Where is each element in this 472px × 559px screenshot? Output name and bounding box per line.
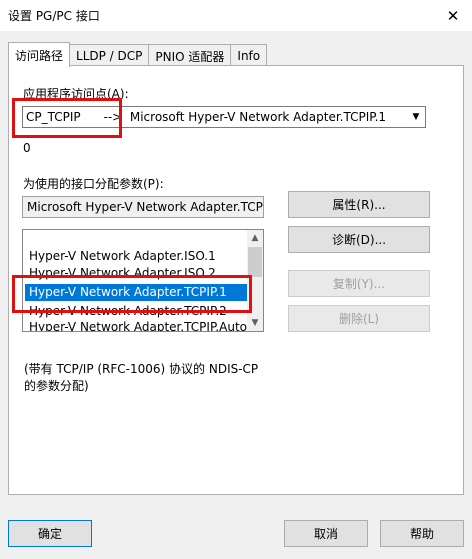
current-interface-field: Microsoft Hyper-V Network Adapter.TCPIP.… bbox=[22, 196, 264, 218]
list-item[interactable]: Hyper-V Network Adapter.TCPIP.Auto bbox=[25, 319, 248, 331]
delete-button[interactable]: 删除(L) bbox=[288, 305, 430, 332]
access-point-sub-value: 0 bbox=[23, 141, 31, 155]
interface-params-label: 为使用的接口分配参数(P): bbox=[23, 177, 164, 191]
list-item-selected[interactable]: Hyper-V Network Adapter.TCPIP.1 bbox=[25, 284, 248, 301]
list-item[interactable]: Hyper-V Network Adapter.ISO.1 bbox=[25, 248, 248, 265]
tab-strip: 访问路径 LLDP / DCP PNIO 适配器 Info bbox=[8, 42, 268, 67]
list-item[interactable]: Hyper-V Network Adapter.ISO.2 bbox=[25, 265, 248, 282]
diagnostics-button[interactable]: 诊断(D)... bbox=[288, 226, 430, 253]
scroll-down-icon[interactable]: ▼ bbox=[247, 315, 263, 331]
scroll-thumb[interactable] bbox=[248, 247, 262, 277]
copy-button[interactable]: 复制(Y)... bbox=[288, 270, 430, 297]
title-bar: 设置 PG/PC 接口 ✕ bbox=[0, 0, 472, 31]
cancel-button[interactable]: 取消 bbox=[284, 520, 368, 547]
tab-pnio-adapter[interactable]: PNIO 适配器 bbox=[148, 44, 232, 67]
tab-info[interactable]: Info bbox=[230, 44, 268, 67]
scroll-up-icon[interactable]: ▲ bbox=[247, 230, 263, 246]
ok-button[interactable]: 确定 bbox=[8, 520, 92, 547]
protocol-note-line2: 的参数分配) bbox=[24, 379, 89, 393]
current-interface-value: Microsoft Hyper-V Network Adapter.TCPIP.… bbox=[27, 200, 264, 214]
chevron-down-icon[interactable]: ▼ bbox=[408, 108, 424, 126]
access-point-value: CP_TCPIP --> Microsoft Hyper-V Network A… bbox=[26, 110, 387, 124]
access-point-dropdown[interactable]: CP_TCPIP --> Microsoft Hyper-V Network A… bbox=[22, 106, 426, 128]
close-icon[interactable]: ✕ bbox=[434, 0, 472, 31]
window-title: 设置 PG/PC 接口 bbox=[8, 9, 100, 23]
tab-lldp-dcp[interactable]: LLDP / DCP bbox=[69, 44, 150, 67]
interface-listbox[interactable]: Hyper-V Network Adapter.ISO.1 Hyper-V Ne… bbox=[22, 229, 264, 332]
protocol-note: (带有 TCP/IP (RFC-1006) 协议的 NDIS-CP 的参数分配) bbox=[24, 361, 258, 395]
tab-access-path[interactable]: 访问路径 bbox=[8, 42, 71, 67]
listbox-scrollbar[interactable]: ▲ ▼ bbox=[247, 230, 263, 331]
access-point-label: 应用程序访问点(A): bbox=[23, 87, 129, 101]
properties-button[interactable]: 属性(R)... bbox=[288, 191, 430, 218]
protocol-note-line1: (带有 TCP/IP (RFC-1006) 协议的 NDIS-CP bbox=[24, 362, 259, 376]
help-button[interactable]: 帮助 bbox=[380, 520, 464, 547]
list-item[interactable]: Hyper-V Network Adapter.TCPIP.2 bbox=[25, 303, 248, 320]
